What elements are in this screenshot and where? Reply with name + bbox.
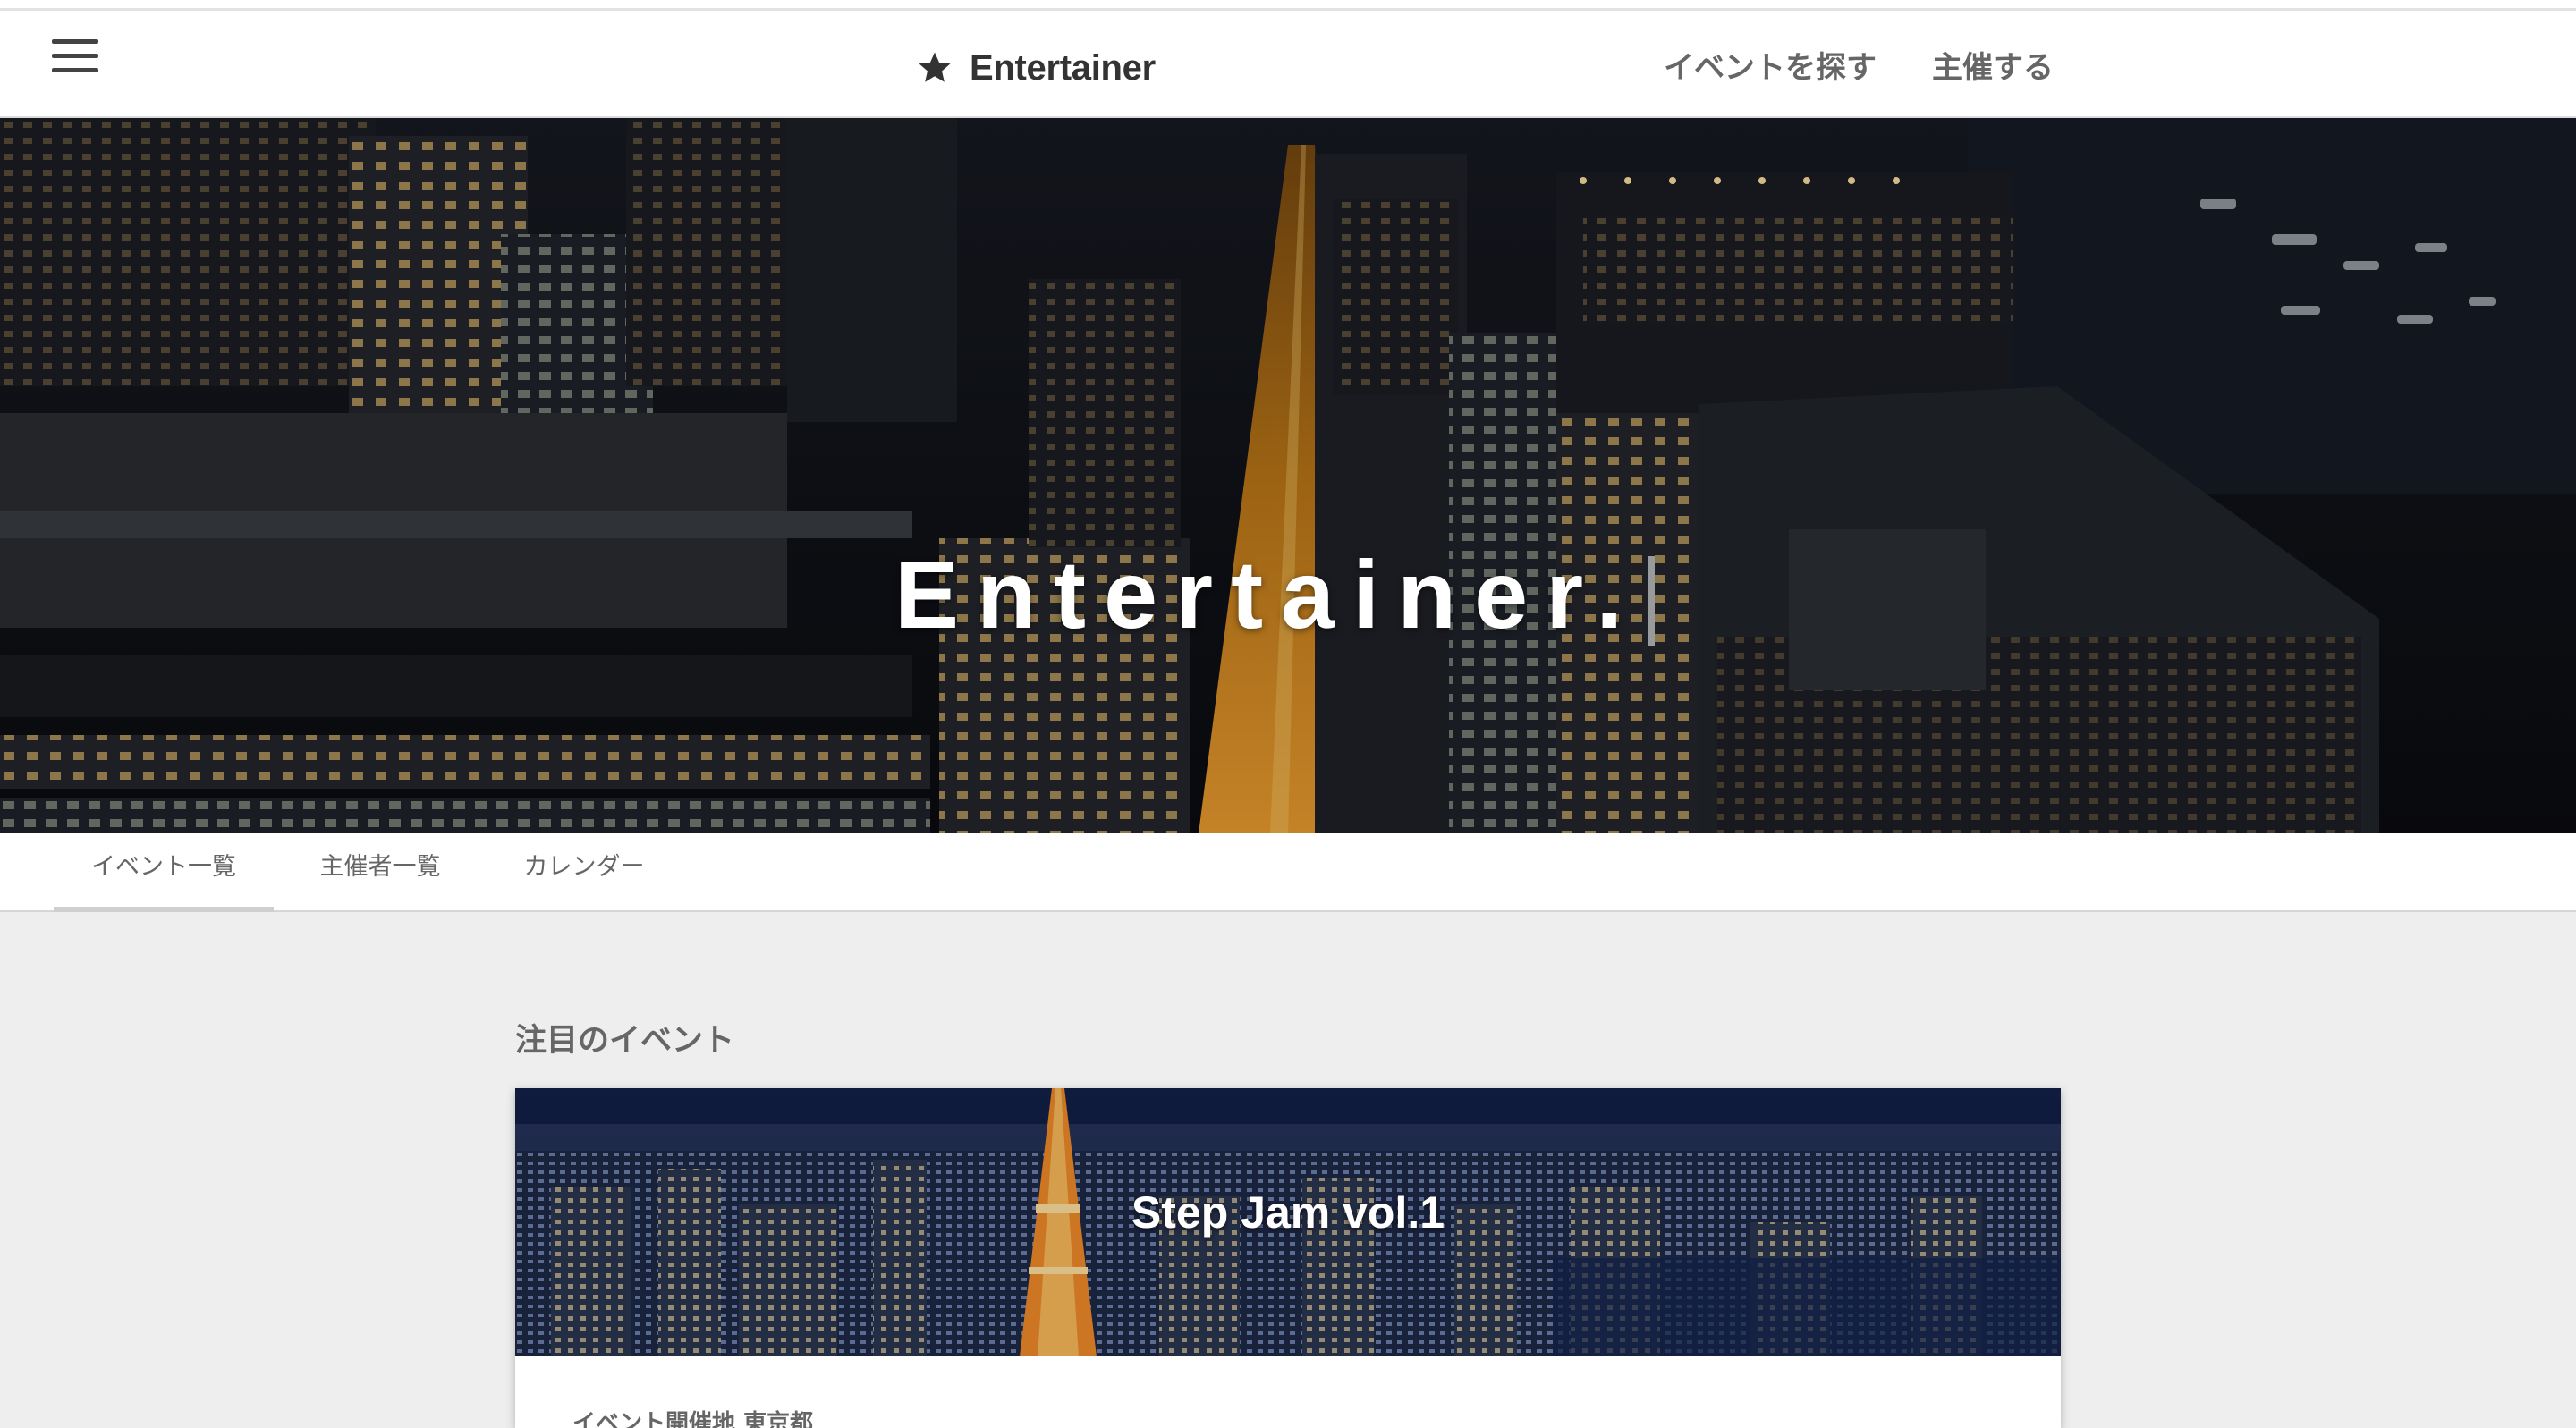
hero-cityscape-image xyxy=(0,118,2576,833)
star-icon xyxy=(919,52,951,82)
header-nav: イベントを探す 主催する xyxy=(1664,38,2054,91)
top-border xyxy=(0,0,2576,11)
nav-host-event[interactable]: 主催する xyxy=(1932,43,2054,87)
hero-banner: Entertainer. xyxy=(0,118,2576,833)
featured-section-title: 注目のイベント xyxy=(515,1023,735,1060)
tab-organizer-list[interactable]: 主催者一覧 xyxy=(295,833,465,912)
app-header: Entertainer イベントを探す 主催する xyxy=(0,11,2576,118)
featured-event-card[interactable]: Step Jam vol.1 イベント開催地 東京都 xyxy=(515,1088,2061,1428)
content-tabs: イベント一覧 主催者一覧 カレンダー xyxy=(0,833,2576,912)
event-title: Step Jam vol.1 xyxy=(1131,1187,1445,1238)
hamburger-menu-icon[interactable] xyxy=(52,36,100,75)
typing-cursor xyxy=(1648,556,1655,646)
tab-event-list[interactable]: イベント一覧 xyxy=(54,833,274,912)
hero-title: Entertainer. xyxy=(894,540,1641,648)
event-location: イベント開催地 東京都 xyxy=(572,1410,814,1428)
brand-logo[interactable]: Entertainer xyxy=(916,41,1156,95)
brand-name: Entertainer xyxy=(970,47,1156,88)
nav-find-events[interactable]: イベントを探す xyxy=(1664,43,1877,87)
tab-calendar[interactable]: カレンダー xyxy=(501,833,667,912)
event-banner-image: Step Jam vol.1 xyxy=(515,1088,2061,1356)
